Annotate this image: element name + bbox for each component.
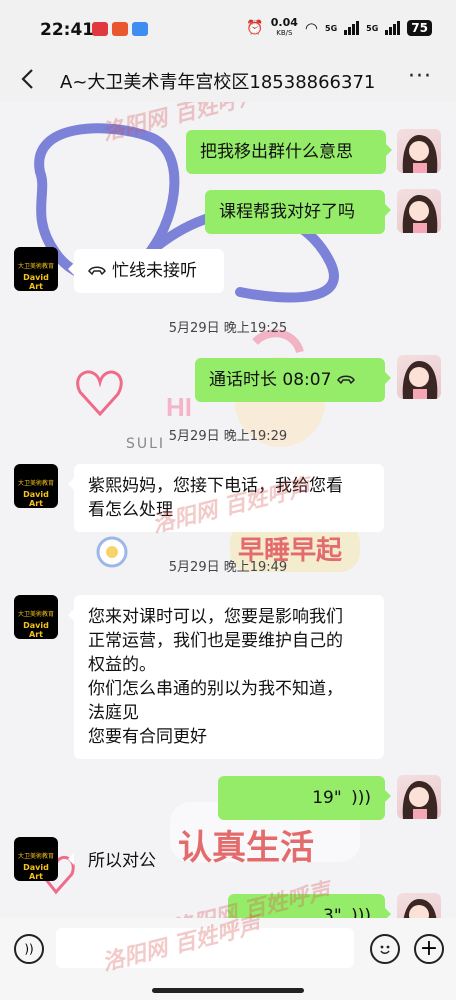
user-avatar[interactable] [397,189,441,233]
message-bubble-outgoing[interactable]: 把我移出群什么意思 [186,130,392,174]
home-indicator [152,988,304,993]
school-avatar[interactable]: 大卫美術教育 David Art [14,464,58,508]
message-line: 法庭见 [88,703,139,723]
school-avatar-text: 大卫美術教育 [17,853,54,860]
school-avatar-subtext: David Art [23,863,49,881]
emoji-icon[interactable] [370,934,400,964]
voice-duration: 3" [323,906,342,918]
school-avatar-subtext: David Art [23,490,49,508]
alarm-icon: ⏰ [246,20,264,36]
more-icon[interactable]: ··· [408,64,432,89]
signal-label: 5G [366,23,379,33]
message-timestamp: 5月29日 晚上19:29 [168,429,288,444]
voice-duration: 19" [312,788,342,808]
voice-wave-icon: ))) [351,906,371,918]
school-avatar[interactable]: 大卫美術教育 David Art [14,595,58,639]
school-avatar-subtext: David Art [23,273,49,291]
school-avatar-text: 大卫美術教育 [17,263,54,270]
avatar-image [402,135,438,173]
call-duration-text: 通话时长 08:07 [209,370,332,390]
missed-call-text: 忙线未接听 [112,261,197,281]
voice-input-icon[interactable]: )) [14,934,44,964]
phone-hangup-icon [88,259,106,283]
school-avatar-subtext: David Art [23,621,49,639]
school-avatar[interactable]: 大卫美術教育 David Art [14,837,58,881]
avatar-image [402,361,438,399]
chat-area[interactable]: HI SULI 早睡早起 认真生活 把我移出群什么意思 课程帮我对好了吗 大卫美… [0,102,456,918]
message-bubble-incoming[interactable]: 所以对公 [68,839,174,883]
input-bar: )) + 洛阳网 百姓呼声 [0,913,456,1000]
school-avatar[interactable]: 大卫美術教育 David Art [14,247,58,291]
notification-icons [92,22,148,36]
wifi-icon: ◠ [304,19,319,37]
status-time: 22:41 [40,20,95,40]
school-avatar-text: 大卫美術教育 [17,480,54,487]
message-line: 正常运营，我们也是要维护自己的 [88,631,343,651]
signal-icon [385,21,401,35]
plus-icon[interactable]: + [414,934,444,964]
avatar-image [402,781,438,819]
chat-header: A~大卫美术青年宫校区18538866371 ··· [0,60,456,102]
hi-sticker-text: HI [166,392,192,422]
net-speed: 0.04 KB/S [270,16,298,38]
user-avatar[interactable] [397,775,441,819]
user-avatar[interactable] [397,893,441,918]
message-bubble-outgoing[interactable]: 课程帮我对好了吗 [205,190,391,234]
voice-message-bubble[interactable]: 19" ))) [218,776,391,820]
app-notification-icon [132,22,148,36]
message-timestamp: 5月29日 晚上19:25 [168,321,288,336]
chat-title: A~大卫美术青年宫校区18538866371 [60,72,376,93]
call-duration-bubble[interactable]: 通话时长 08:07 [195,358,391,402]
status-indicators: ⏰ 0.04 KB/S ◠ 5G 5G 75 [246,16,432,38]
message-line: 您要有合同更好 [88,727,207,747]
avatar-image [402,195,438,233]
back-arrow-icon[interactable] [20,68,34,96]
battery-icon: 75 [407,20,432,36]
message-line: 权益的。 [88,655,156,675]
signal-label: 5G [325,23,338,33]
net-speed-unit: KB/S [276,29,293,37]
voice-wave-icon: ))) [351,788,371,808]
status-bar: 22:41 ⏰ 0.04 KB/S ◠ 5G 5G 75 [0,0,456,60]
phone-hangup-icon [337,368,356,392]
message-line: 您来对课时可以，您要是影响我们 [88,607,343,627]
school-avatar-text: 大卫美術教育 [17,611,54,618]
avatar-image [403,899,437,918]
message-line: 你们怎么串通的别以为我不知道， [88,679,343,699]
message-bubble-incoming[interactable]: 您来对课时可以，您要是影响我们 正常运营，我们也是要维护自己的 权益的。 你们怎… [68,595,384,759]
app-notification-icon [112,22,128,36]
user-avatar[interactable] [397,129,441,173]
message-timestamp: 5月29日 晚上19:49 [168,560,288,575]
app-notification-icon [92,22,108,36]
missed-call-bubble[interactable]: 忙线未接听 [68,249,224,293]
signal-icon [344,21,360,35]
user-avatar[interactable] [397,355,441,399]
sticker-text: 认真生活 [178,828,314,868]
net-speed-value: 0.04 [270,16,298,29]
